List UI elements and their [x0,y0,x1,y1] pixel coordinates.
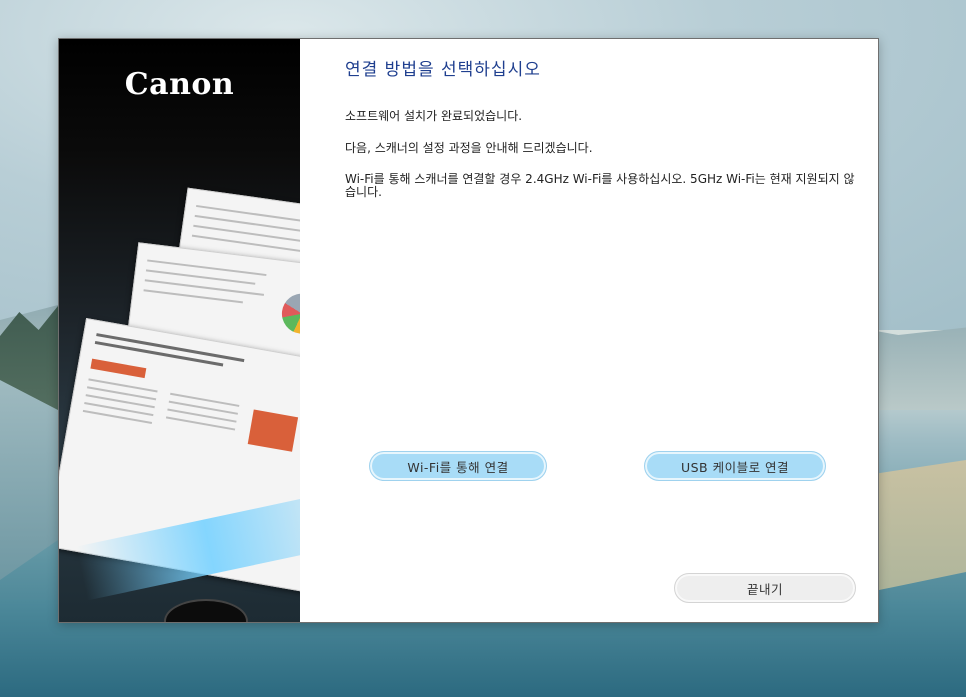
canon-logo: Canon [124,67,235,102]
setup-guide-text: 다음, 스캐너의 설정 과정을 안내해 드리겠습니다. [345,141,593,155]
scanner-base-shape [164,599,248,622]
dialog-content: 연결 방법을 선택하십시오 소프트웨어 설치가 완료되었습니다. 다음, 스캐너… [300,39,878,622]
installer-window: Canon 연결 방법을 선택하십시오 소프트웨어 설치가 완료되었습니다. 다… [58,38,879,623]
connect-usb-button[interactable]: USB 케이블로 연결 [644,451,826,481]
pie-chart-icon [279,291,300,336]
page-title: 연결 방법을 선택하십시오 [345,60,541,80]
side-banner: Canon [59,39,300,622]
wifi-notice-text: Wi-Fi를 통해 스캐너를 연결할 경우 2.4GHz Wi-Fi를 사용하십… [345,172,855,199]
install-complete-text: 소프트웨어 설치가 완료되었습니다. [345,109,523,123]
exit-button[interactable]: 끝내기 [674,573,856,603]
connect-wifi-button[interactable]: Wi-Fi를 통해 연결 [369,451,547,481]
